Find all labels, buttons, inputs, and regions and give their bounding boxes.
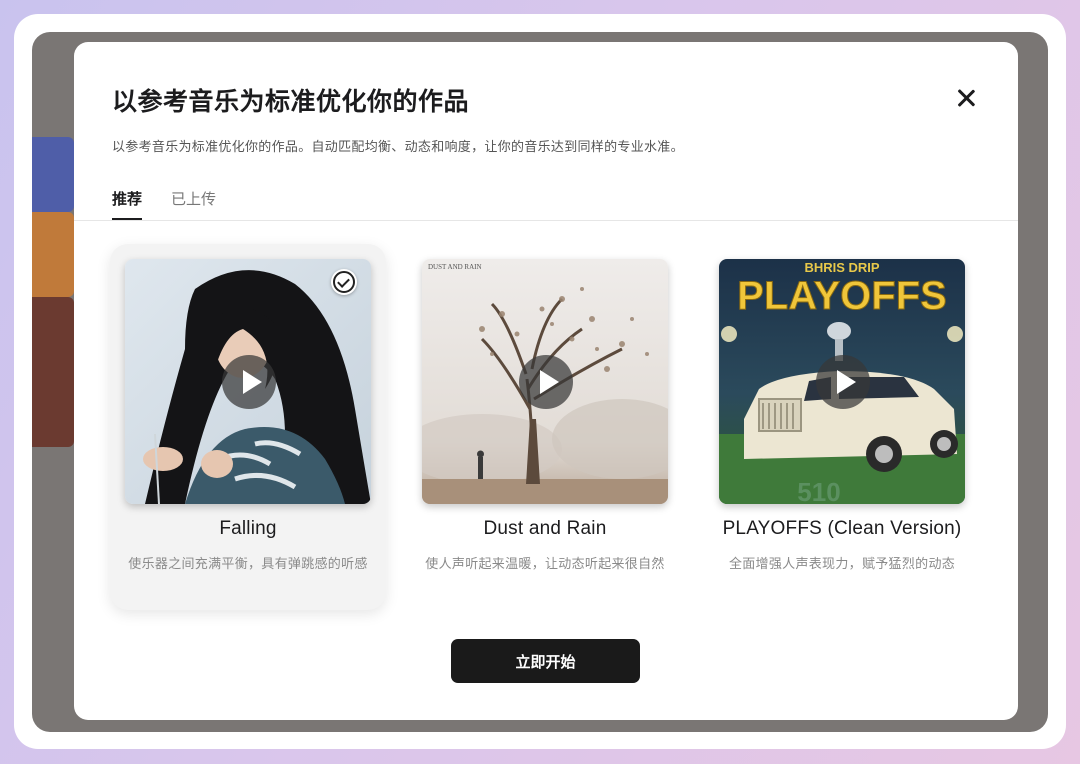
play-icon[interactable] [816, 355, 870, 409]
modal-title: 以参考音乐为标准优化你的作品 [112, 88, 470, 116]
album-cover-playoffs: BHRIS DRIP PLAYOFFS 510 [719, 259, 965, 504]
play-icon[interactable] [519, 355, 573, 409]
album-cover-falling [125, 259, 371, 504]
play-icon[interactable] [222, 355, 276, 409]
card-title: Dust and Rain [483, 518, 607, 539]
cover-artist: BHRIS DRIP [804, 260, 879, 275]
card-description: 使人声听起来温暖，让动态听起来很自然 [425, 556, 665, 571]
card-title: PLAYOFFS (Clean Version) [722, 518, 962, 539]
reference-music-modal: 以参考音乐为标准优化你的作品 以参考音乐为标准优化你的作品。自动匹配均衡、动态和… [74, 42, 1018, 720]
reference-card-dust-and-rain[interactable]: DUST AND RAIN Dust and Rain 使人声听起来温暖，让动态… [407, 244, 683, 610]
close-icon[interactable] [952, 84, 980, 112]
check-circle-icon [331, 269, 357, 295]
tab-uploaded[interactable]: 已上传 [171, 188, 216, 209]
card-title: Falling [219, 518, 277, 539]
album-cover-dust-and-rain: DUST AND RAIN [422, 259, 668, 504]
tab-divider [74, 220, 1018, 221]
reference-card-falling[interactable]: Falling 使乐器之间充满平衡，具有弹跳感的听感 [110, 244, 386, 610]
cover-number: 510 [797, 477, 840, 504]
cover-text: DUST AND RAIN [428, 263, 482, 271]
cover-title: PLAYOFFS [737, 274, 947, 318]
card-description: 全面增强人声表现力，赋予猛烈的动态 [728, 556, 956, 571]
card-description: 使乐器之间充满平衡，具有弹跳感的听感 [128, 556, 368, 571]
modal-subtitle: 以参考音乐为标准优化你的作品。自动匹配均衡、动态和响度，让你的音乐达到同样的专业… [112, 139, 684, 154]
tab-recommended[interactable]: 推荐 [112, 188, 143, 220]
reference-card-playoffs[interactable]: BHRIS DRIP PLAYOFFS 510 PLAYOFFS (Clean … [704, 244, 980, 610]
start-now-button[interactable]: 立即开始 [451, 639, 640, 683]
